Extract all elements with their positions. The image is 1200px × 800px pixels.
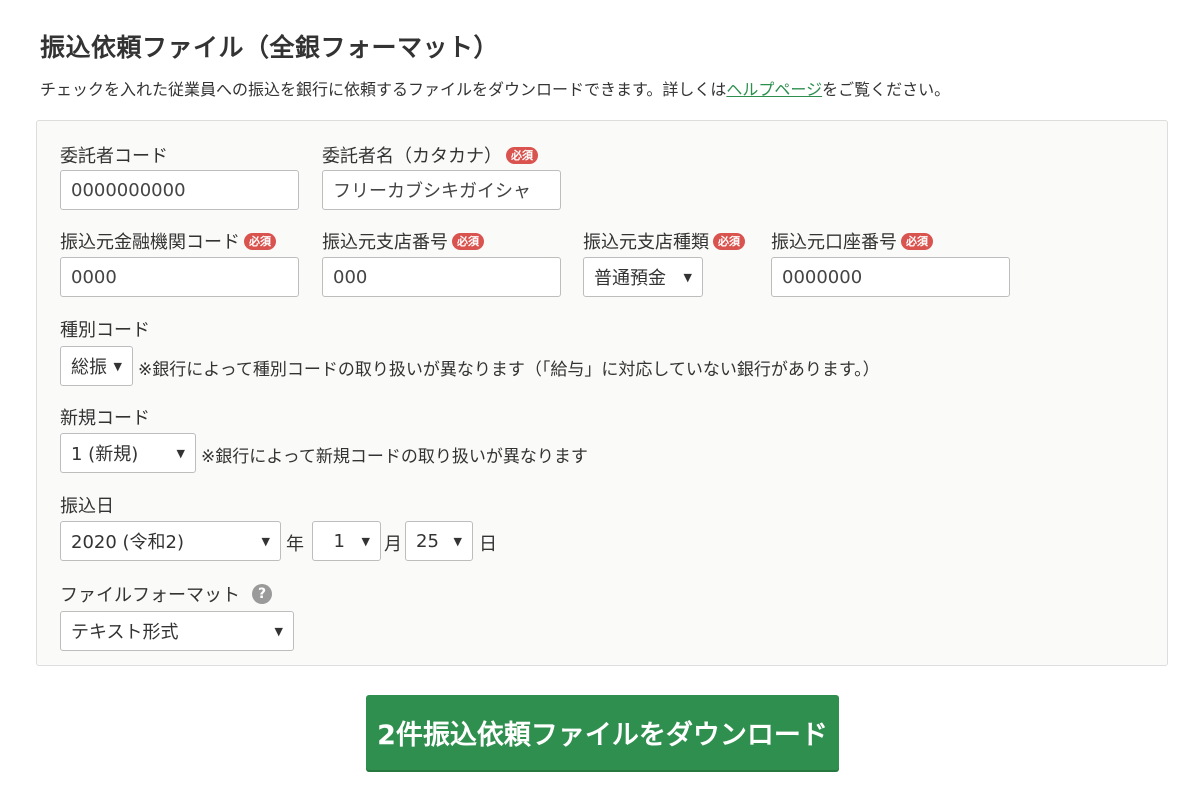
consignor-name-label-text: 委託者名（カタカナ） [322, 146, 502, 167]
chevron-down-icon: ▼ [261, 534, 270, 548]
description-prefix: チェックを入れた従業員への振込を銀行に依頼するファイルをダウンロードできます。詳… [40, 80, 727, 99]
account-number-label-text: 振込元口座番号 [771, 232, 897, 253]
required-badge: 必須 [452, 232, 484, 250]
consignor-code-label-text: 委託者コード [60, 146, 168, 167]
chevron-down-icon: ▼ [274, 624, 283, 638]
new-code-label: 新規コード [60, 404, 150, 430]
consignor-name-label: 委託者名（カタカナ） 必須 [322, 142, 538, 168]
type-code-note: ※銀行によって種別コードの取り扱いが異なります（「給与」に対応していない銀行があ… [138, 360, 880, 380]
bank-code-label-text: 振込元金融機関コード [60, 232, 240, 253]
chevron-down-icon: ▼ [453, 534, 462, 548]
consignor-code-label: 委託者コード [60, 142, 168, 168]
help-circle-icon[interactable]: ? [252, 584, 272, 604]
chevron-down-icon: ▼ [176, 446, 185, 460]
day-unit: 日 [479, 534, 497, 555]
new-code-value: 1 (新規) [71, 444, 139, 465]
month-select[interactable]: 1 ▼ [312, 521, 381, 561]
consignor-code-input[interactable] [60, 170, 299, 210]
year-value: 2020 (令和2) [71, 532, 185, 553]
type-code-label: 種別コード [60, 316, 150, 342]
bank-code-input[interactable] [60, 257, 299, 297]
file-format-select[interactable]: テキスト形式 ▼ [60, 611, 294, 651]
required-badge: 必須 [901, 232, 933, 250]
month-unit: 月 [384, 534, 402, 555]
transfer-settings-panel: 委託者コード 委託者名（カタカナ） 必須 振込元金融機関コード 必須 振込元支店… [36, 120, 1168, 666]
required-badge: 必須 [244, 232, 276, 250]
consignor-name-input[interactable] [322, 170, 561, 210]
new-code-note: ※銀行によって新規コードの取り扱いが異なります [201, 447, 588, 467]
page-description: チェックを入れた従業員への振込を銀行に依頼するファイルをダウンロードできます。詳… [40, 76, 950, 100]
required-badge: 必須 [506, 146, 538, 164]
file-format-value: テキスト形式 [71, 622, 179, 643]
day-select[interactable]: 25 ▼ [405, 521, 473, 561]
file-format-label-text: ファイルフォーマット [60, 585, 240, 606]
year-select[interactable]: 2020 (令和2) ▼ [60, 521, 281, 561]
chevron-down-icon: ▼ [113, 359, 122, 373]
month-value: 1 [333, 530, 345, 552]
account-type-label: 振込元支店種類 必須 [583, 228, 745, 254]
account-number-label: 振込元口座番号 必須 [771, 228, 933, 254]
type-code-label-text: 種別コード [60, 320, 150, 341]
new-code-label-text: 新規コード [60, 408, 150, 429]
account-type-value: 普通預金 [594, 268, 666, 289]
description-suffix: をご覧ください。 [822, 80, 951, 99]
required-badge: 必須 [713, 232, 745, 250]
file-format-label: ファイルフォーマット ? [60, 581, 272, 607]
branch-code-label-text: 振込元支店番号 [322, 232, 448, 253]
new-code-select[interactable]: 1 (新規) ▼ [60, 433, 196, 473]
account-type-select[interactable]: 普通預金 ▼ [583, 257, 703, 297]
year-unit: 年 [286, 534, 304, 555]
branch-code-label: 振込元支店番号 必須 [322, 228, 484, 254]
bank-code-label: 振込元金融機関コード 必須 [60, 228, 276, 254]
download-transfer-file-button[interactable]: 2件振込依頼ファイルをダウンロード [366, 695, 839, 770]
chevron-down-icon: ▼ [361, 534, 370, 548]
page-title: 振込依頼ファイル（全銀フォーマット） [40, 33, 500, 62]
transfer-date-label: 振込日 [60, 492, 114, 518]
branch-code-input[interactable] [322, 257, 561, 297]
chevron-down-icon: ▼ [683, 270, 692, 284]
day-value: 25 [416, 530, 439, 552]
account-type-label-text: 振込元支店種類 [583, 232, 709, 253]
type-code-select[interactable]: 総振 ▼ [60, 346, 133, 386]
account-number-input[interactable] [771, 257, 1010, 297]
help-page-link[interactable]: ヘルプページ [726, 80, 822, 99]
transfer-date-label-text: 振込日 [60, 496, 114, 517]
type-code-value: 総振 [71, 357, 107, 378]
